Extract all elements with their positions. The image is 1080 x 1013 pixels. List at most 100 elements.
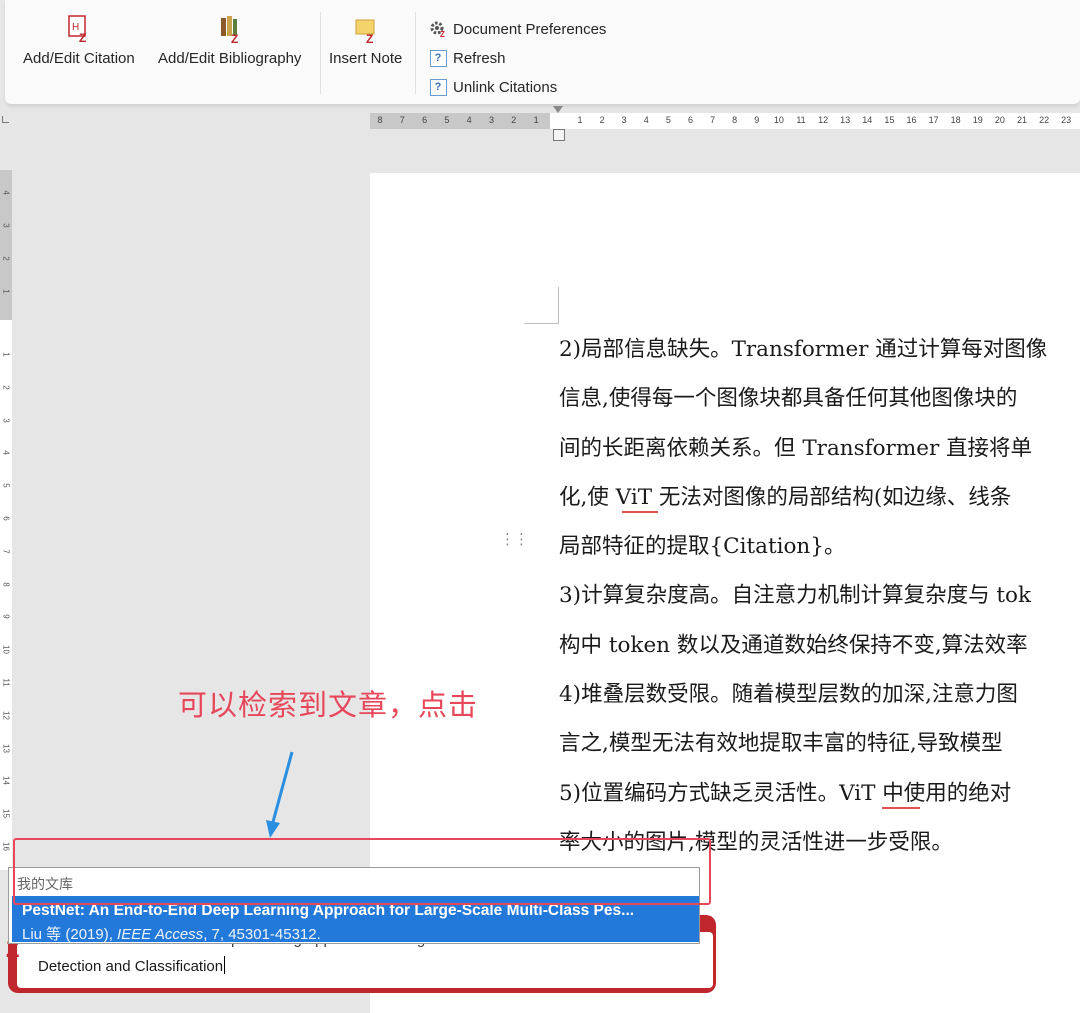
ruler-tick: 17 <box>928 115 939 125</box>
paragraph-line: 信息,使得每一个图像块都具备任何其他图像块的 <box>559 386 1018 412</box>
ruler-tick: 2 <box>1 256 11 261</box>
document-body[interactable]: 2)局部信息缺失。Transformer 通过计算每对图像 信息,使得每一个图像… <box>559 334 1080 876</box>
insert-note-label: Insert Note <box>329 50 403 67</box>
refresh-button[interactable]: ? Refresh <box>429 49 506 67</box>
ruler-tick: 14 <box>862 115 873 125</box>
paragraph-line: 化,使 ViT 无法对图像的局部结构(如边缘、线条 <box>559 484 1012 510</box>
ruler-tick: 1 <box>533 115 539 125</box>
ruler-tick: 10 <box>773 115 784 125</box>
unlink-citations-label: Unlink Citations <box>453 78 558 96</box>
paragraph-line: 言之,模型无法有效地提取丰富的特征,导致模型 <box>559 731 1003 757</box>
spellcheck-underline <box>882 807 920 809</box>
ruler-corner <box>2 116 9 123</box>
left-indent-marker[interactable] <box>553 129 565 141</box>
bibliography-icon: Z <box>220 16 238 44</box>
ruler-tick: 9 <box>1 614 11 620</box>
note-icon: Z <box>355 19 375 44</box>
ruler-tick: 8 <box>1 581 11 587</box>
svg-text:Z: Z <box>440 30 445 38</box>
gear-icon: Z <box>429 20 447 38</box>
add-citation-icon: H Z <box>68 15 86 44</box>
unlink-citations-button[interactable]: ? Unlink Citations <box>429 78 557 96</box>
ruler-tick: 8 <box>732 115 738 125</box>
ruler-tick: 21 <box>1016 115 1027 125</box>
ruler-tick: 11 <box>1 678 11 687</box>
paragraph-line: 2)局部信息缺失。Transformer 通过计算每对图像 <box>559 337 1048 362</box>
unlink-icon: ? <box>429 78 447 96</box>
zotero-ribbon: H Z Add/Edit Citation Z Add/Edit Bibliog… <box>5 0 1080 105</box>
svg-text:Z: Z <box>231 32 238 44</box>
add-edit-citation-label: Add/Edit Citation <box>23 50 135 67</box>
ribbon-separator <box>320 12 321 94</box>
result-volume-pages: , 7, 45301-45312. <box>203 926 321 943</box>
result-meta: Liu 等 (2019), IEEE Access, 7, 45301-4531… <box>22 923 321 944</box>
ruler-tick: 6 <box>1 516 11 521</box>
ruler-tick: 16 <box>906 115 917 125</box>
ruler-tick: 1 <box>577 115 583 125</box>
paragraph-line: 间的长距离依赖关系。但 Transformer 直接将单 <box>559 435 1033 461</box>
ruler-tick: 11 <box>796 115 806 125</box>
ruler-tick: 3 <box>488 115 494 125</box>
ruler-tick: 16 <box>1 842 11 851</box>
ruler-tick: 5 <box>1 483 11 488</box>
ruler-tick: 2 <box>599 115 605 125</box>
vertical-ruler[interactable]: 4 3 2 1 1 2 3 4 5 6 7 8 9 10 11 12 13 14 15 16 <box>0 170 12 870</box>
add-edit-bibliography-button[interactable]: Z Add/Edit Bibliography <box>158 14 301 67</box>
ruler-tick: 3 <box>1 223 11 228</box>
ribbon-separator <box>415 12 416 94</box>
ruler-tick: 2 <box>511 115 517 125</box>
paragraph-line: 5)位置编码方式缺乏灵活性。ViT 中使用的绝对 <box>559 780 1012 806</box>
ruler-tick: 5 <box>444 115 450 125</box>
quick-format-search-input[interactable]: Detection and Classification <box>38 956 226 975</box>
ruler-tick: 23 <box>1061 115 1072 125</box>
ruler-tick: 4 <box>1 190 11 195</box>
refresh-label: Refresh <box>453 49 506 67</box>
annotation-highlight-box <box>13 838 711 905</box>
document-preferences-button[interactable]: Z Document Preferences <box>429 20 606 38</box>
ruler-tick: 12 <box>818 115 829 125</box>
ruler-tick: 2 <box>1 385 11 390</box>
result-journal: IEEE Access <box>117 926 204 943</box>
first-line-indent-marker[interactable] <box>553 106 563 113</box>
ruler-tick: 15 <box>1 809 11 819</box>
drag-handle-icon[interactable]: ⋮⋮ <box>500 532 529 547</box>
svg-text:Z: Z <box>79 31 86 44</box>
ruler-tick: 4 <box>1 450 11 456</box>
ruler-tick: 1 <box>1 289 11 294</box>
spellcheck-underline <box>622 511 658 513</box>
svg-text:Z: Z <box>366 32 373 44</box>
result-author-year: Liu 等 (2019), <box>22 926 118 943</box>
ruler-tick: 14 <box>1 776 11 786</box>
paragraph-line: 3)计算复杂度高。自注意力机制计算复杂度与 tok <box>559 583 1032 609</box>
ruler-tick: 7 <box>399 115 405 125</box>
ruler-tick: 18 <box>950 115 961 125</box>
ruler-tick: 20 <box>994 115 1005 125</box>
ruler-tick: 13 <box>1 743 11 753</box>
annotation-text: 可以检索到文章，点击 <box>178 688 479 722</box>
ruler-tick: 7 <box>1 549 11 554</box>
ruler-tick: 3 <box>621 115 627 125</box>
ruler-tick: 4 <box>643 115 649 125</box>
add-edit-citation-button[interactable]: H Z Add/Edit Citation <box>23 14 135 67</box>
ruler-tick: 5 <box>665 115 671 125</box>
ruler-tick: 10 <box>1 645 11 655</box>
document-preferences-label: Document Preferences <box>453 20 607 38</box>
ruler-tick: 4 <box>466 115 472 125</box>
ruler-tick: 6 <box>687 115 693 125</box>
ruler-tick: 19 <box>972 115 983 125</box>
paragraph-line: 构中 token 数以及通道数始终保持不变,算法效率 <box>559 632 1028 658</box>
ruler-tick: 3 <box>1 417 11 423</box>
margin-corner-mark <box>524 287 559 324</box>
insert-note-button[interactable]: Z Insert Note <box>329 14 402 67</box>
ruler-tick: 12 <box>1 710 11 720</box>
ruler-tick: 13 <box>840 115 851 125</box>
ruler-tick: 7 <box>710 115 716 125</box>
refresh-icon: ? <box>429 49 447 67</box>
ruler-tick: 15 <box>884 115 895 125</box>
text-cursor <box>224 956 226 974</box>
ruler-tick: 6 <box>422 115 428 125</box>
ruler-tick: 1 <box>1 352 11 357</box>
horizontal-ruler[interactable]: 8 7 6 5 4 3 2 1 1 2 3 4 5 6 7 8 9 10 11 12 13 14 15 16 17 18 19 20 2… <box>370 113 1080 129</box>
paragraph-line-citation: 局部特征的提取{Citation}。 <box>559 534 846 560</box>
search-input-value: Detection and Classification <box>38 958 224 975</box>
